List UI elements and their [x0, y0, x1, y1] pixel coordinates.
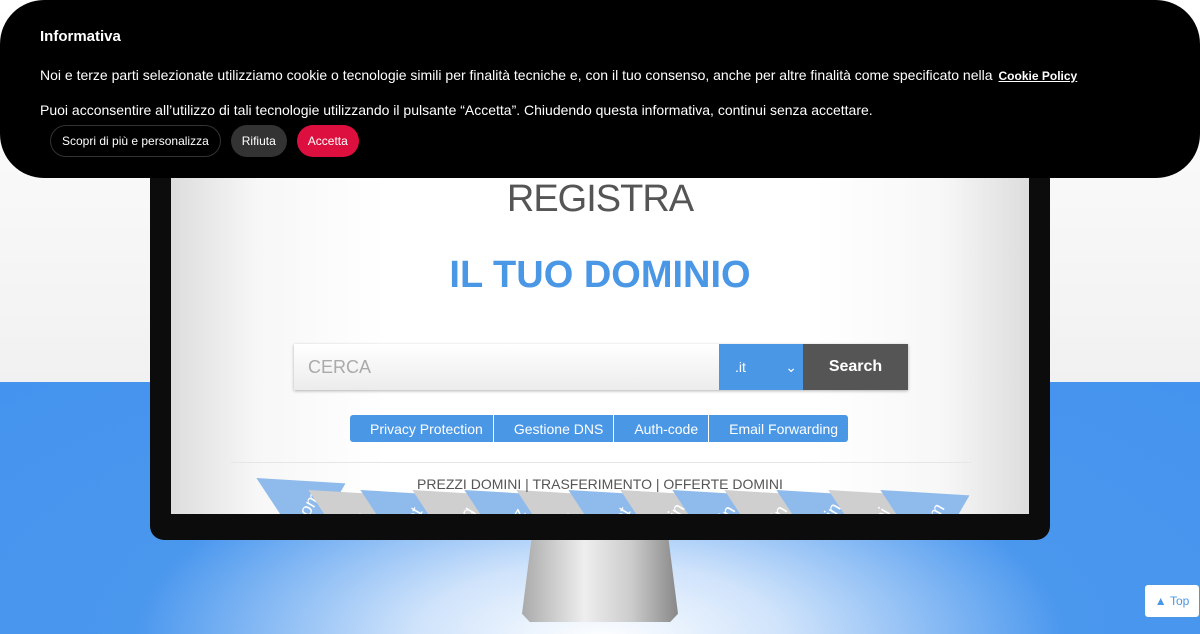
option-email-forwarding[interactable]: Email Forwarding: [709, 415, 848, 442]
cookie-text-2: Puoi acconsentire all’utilizzo di tali t…: [40, 102, 873, 118]
customize-button[interactable]: Scopri di più e personalizza: [50, 125, 221, 157]
arrow-up-icon: ▲: [1154, 594, 1167, 608]
hero-subtitle: IL TUO DOMINIO: [449, 254, 751, 296]
link-trasferimento[interactable]: TRASFERIMENTO: [532, 476, 652, 492]
cookie-banner: Informativa Noi e terze parti selezionat…: [0, 0, 1200, 178]
monitor-screen: REGISTRA IL TUO DOMINIO .it ⌄ Search Priv…: [171, 150, 1029, 514]
tld-select[interactable]: .it ⌄: [719, 344, 803, 390]
search-input[interactable]: [294, 344, 719, 390]
accept-button[interactable]: Accetta: [296, 125, 359, 157]
option-privacy-protection[interactable]: Privacy Protection: [350, 415, 494, 442]
reject-button[interactable]: Rifiuta: [230, 125, 287, 157]
tld-value: .it: [735, 359, 746, 375]
top-label: Top: [1169, 594, 1190, 608]
search-button[interactable]: Search: [803, 344, 908, 390]
hero-title: REGISTRA: [506, 178, 694, 220]
options-bar: Privacy Protection Gestione DNS Auth-cod…: [350, 415, 849, 442]
monitor: REGISTRA IL TUO DOMINIO .it ⌄ Search Priv…: [150, 150, 1050, 540]
domain-search: .it ⌄ Search: [294, 344, 908, 390]
option-gestione-dns[interactable]: Gestione DNS: [494, 415, 615, 442]
footer-links: PREZZI DOMINI | TRASFERIMENTO | OFFERTE …: [417, 476, 783, 492]
cookie-policy-link[interactable]: Cookie Policy: [999, 69, 1078, 83]
link-prezzi-domini[interactable]: PREZZI DOMINI: [417, 476, 521, 492]
link-offerte-domini[interactable]: OFFERTE DOMINI: [663, 476, 783, 492]
monitor-stand: [522, 540, 678, 622]
cookie-title: Informativa: [40, 28, 121, 45]
back-to-top-button[interactable]: ▲ Top: [1144, 584, 1200, 618]
cookie-text: Noi e terze parti selezionate utilizziam…: [40, 67, 993, 83]
option-auth-code[interactable]: Auth-code: [614, 415, 710, 442]
chevron-down-icon: ⌄: [785, 358, 797, 375]
